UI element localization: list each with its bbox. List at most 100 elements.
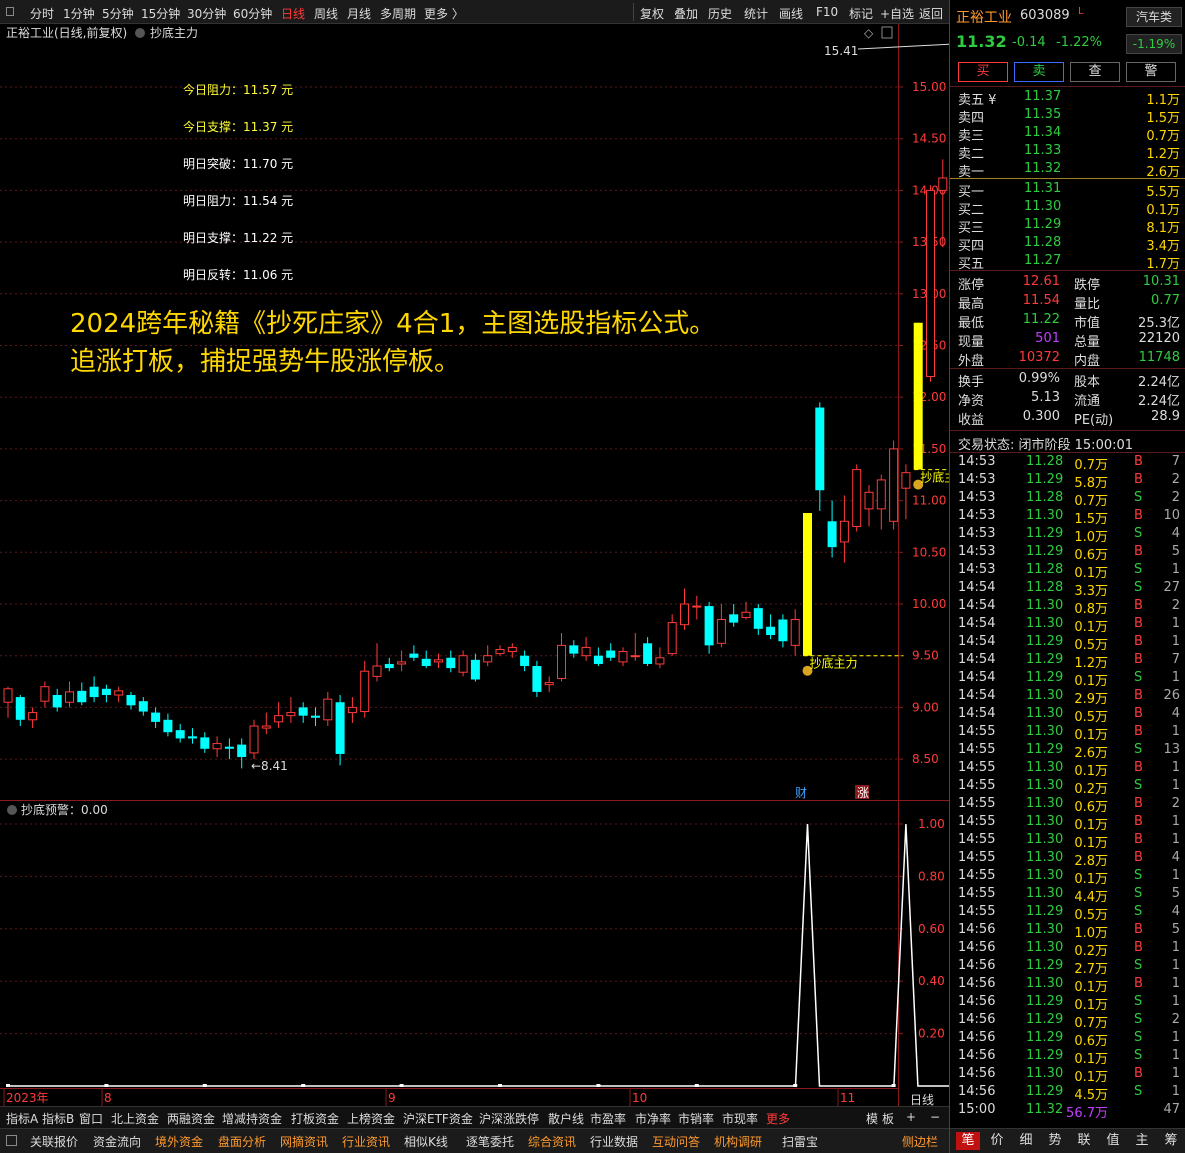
info-tab-3[interactable]: 盘面分析	[218, 1133, 266, 1150]
tab-timeframe-10[interactable]: 更多 〉	[424, 5, 464, 22]
stat-row[interactable]: 现量 501 总量 22120	[950, 330, 1185, 350]
candle[interactable]	[151, 707, 161, 729]
candle[interactable]	[520, 650, 530, 672]
candle[interactable]	[77, 682, 87, 706]
limit-up-marker[interactable]: 涨	[857, 785, 869, 800]
indicator-tab-5[interactable]: 增减持资金	[222, 1110, 282, 1127]
tick-row[interactable]: 14:54 11.28 3.3万 S 27	[950, 579, 1185, 599]
indicator-tab-15[interactable]: 更多	[766, 1110, 790, 1127]
candle[interactable]	[384, 657, 394, 672]
mark-button[interactable]: 标记	[849, 5, 873, 22]
info-tab-9[interactable]: 行业数据	[590, 1133, 638, 1150]
candle[interactable]	[274, 702, 284, 729]
candle[interactable]	[188, 728, 197, 744]
candle[interactable]	[532, 660, 542, 698]
candle[interactable]	[360, 660, 370, 718]
indicator-tab-10[interactable]: 散户线	[548, 1110, 584, 1127]
candle[interactable]	[630, 632, 640, 661]
tab-timeframe-4[interactable]: 30分钟	[187, 5, 226, 22]
candle[interactable]	[495, 645, 505, 656]
candle[interactable]	[741, 601, 751, 620]
tick-row[interactable]: 15:00 11.32 56.7万 47	[950, 1101, 1185, 1121]
bid-row[interactable]: 买二 11.30 0.1万	[950, 198, 1185, 218]
draw-line-button[interactable]: 画线	[779, 5, 803, 22]
info-tab-10[interactable]: 互动问答	[652, 1133, 700, 1150]
f10-button[interactable]: F10	[816, 5, 838, 19]
candle[interactable]	[655, 647, 665, 669]
indicator-tab-12[interactable]: 市净率	[635, 1110, 671, 1127]
candle[interactable]	[483, 645, 493, 667]
tick-row[interactable]: 14:54 11.29 0.1万 S 1	[950, 669, 1185, 689]
candle[interactable]	[200, 732, 210, 753]
tick-row[interactable]: 14:56 11.30 1.0万 B 5	[950, 921, 1185, 941]
indicator-tab-11[interactable]: 市盈率	[590, 1110, 626, 1127]
template-button[interactable]: 模	[866, 1110, 878, 1127]
tick-row[interactable]: 14:55 11.30 4.4万 S 5	[950, 885, 1185, 905]
alert-button[interactable]: 警	[1126, 62, 1176, 82]
candle[interactable]	[913, 322, 923, 470]
statistics-button[interactable]: 统计	[744, 5, 768, 22]
sector-button[interactable]: 汽车类	[1126, 7, 1182, 27]
tick-row[interactable]: 14:53 11.29 0.6万 B 5	[950, 543, 1185, 563]
quote-tab-0[interactable]: 笔	[956, 1132, 980, 1150]
candle[interactable]	[372, 643, 382, 682]
candle[interactable]	[286, 697, 296, 723]
remove-panel-button[interactable]: −	[930, 1110, 940, 1124]
bid-row[interactable]: 买五 11.27 1.7万	[950, 252, 1185, 272]
candle[interactable]	[175, 723, 185, 743]
stat-row[interactable]: 收益 0.300 PE(动) 28.9	[950, 408, 1185, 428]
tick-row[interactable]: 14:56 11.30 0.1万 B 1	[950, 975, 1185, 995]
indicator-tab-2[interactable]: 窗口	[79, 1110, 103, 1127]
info-tab-1[interactable]: 资金流向	[93, 1133, 141, 1150]
tick-row[interactable]: 14:55 11.30 0.1万 S 1	[950, 867, 1185, 887]
sell-button[interactable]: 卖	[1014, 62, 1064, 82]
query-button[interactable]: 查	[1070, 62, 1120, 82]
info-tab-8[interactable]: 综合资讯	[528, 1133, 576, 1150]
candle[interactable]	[729, 604, 739, 627]
tick-row[interactable]: 14:53 11.28 0.7万 S 2	[950, 489, 1185, 509]
candle[interactable]	[864, 485, 874, 527]
kline-chart-svg[interactable]: 15.0014.5014.0013.5013.0012.5012.0011.50…	[0, 24, 1015, 1107]
tab-timeframe-7[interactable]: 周线	[314, 5, 338, 22]
candle[interactable]	[852, 464, 862, 532]
candle[interactable]	[544, 676, 554, 692]
buy-button[interactable]: 买	[958, 62, 1008, 82]
tick-row[interactable]: 14:54 11.30 0.1万 B 1	[950, 615, 1185, 635]
tick-row[interactable]: 14:55 11.30 0.1万 B 1	[950, 813, 1185, 833]
tick-row[interactable]: 14:53 11.30 1.5万 B 10	[950, 507, 1185, 527]
kline-chart-area[interactable]: 15.0014.5014.0013.5013.0012.5012.0011.50…	[0, 24, 1015, 1107]
candle[interactable]	[298, 702, 308, 723]
quote-tab-5[interactable]: 值	[1101, 1132, 1125, 1150]
tick-row[interactable]: 14:56 11.30 0.1万 B 1	[950, 1065, 1185, 1085]
overlay-button[interactable]: 叠加	[674, 5, 698, 22]
menu-icon[interactable]	[6, 1135, 17, 1146]
candle[interactable]	[704, 601, 714, 654]
candle[interactable]	[421, 650, 431, 669]
candle[interactable]	[581, 637, 591, 661]
candle[interactable]	[643, 637, 653, 667]
quote-tab-1[interactable]: 价	[985, 1132, 1009, 1150]
tick-row[interactable]: 14:55 11.30 0.6万 B 2	[950, 795, 1185, 815]
candle[interactable]	[28, 707, 38, 729]
candle[interactable]	[790, 609, 800, 656]
indicator-tab-3[interactable]: 北上资金	[111, 1110, 159, 1127]
tick-row[interactable]: 14:53 11.28 0.7万 B 7	[950, 453, 1185, 473]
tick-row[interactable]: 14:55 11.30 0.2万 S 1	[950, 777, 1185, 797]
candle[interactable]	[114, 686, 124, 703]
tick-row[interactable]: 14:55 11.30 0.1万 B 1	[950, 759, 1185, 779]
panel-toggle-icon[interactable]	[881, 26, 893, 39]
indicator-tab-7[interactable]: 上榜资金	[347, 1110, 395, 1127]
candle[interactable]	[3, 686, 13, 718]
candle[interactable]	[163, 713, 173, 737]
quote-tab-6[interactable]: 主	[1130, 1132, 1154, 1150]
tick-row[interactable]: 14:53 11.29 5.8万 B 2	[950, 471, 1185, 491]
candle[interactable]	[470, 653, 480, 682]
indicator-tab-9[interactable]: 沪深涨跌停	[479, 1110, 539, 1127]
tab-timeframe-3[interactable]: 15分钟	[141, 5, 180, 22]
ask-row[interactable]: 卖四 11.35 1.5万	[950, 106, 1185, 126]
bid-row[interactable]: 买四 11.28 3.4万	[950, 234, 1185, 254]
candle[interactable]	[335, 694, 345, 766]
candle[interactable]	[224, 738, 234, 760]
candle[interactable]	[557, 632, 566, 682]
tick-row[interactable]: 14:56 11.29 0.1万 S 1	[950, 1047, 1185, 1067]
